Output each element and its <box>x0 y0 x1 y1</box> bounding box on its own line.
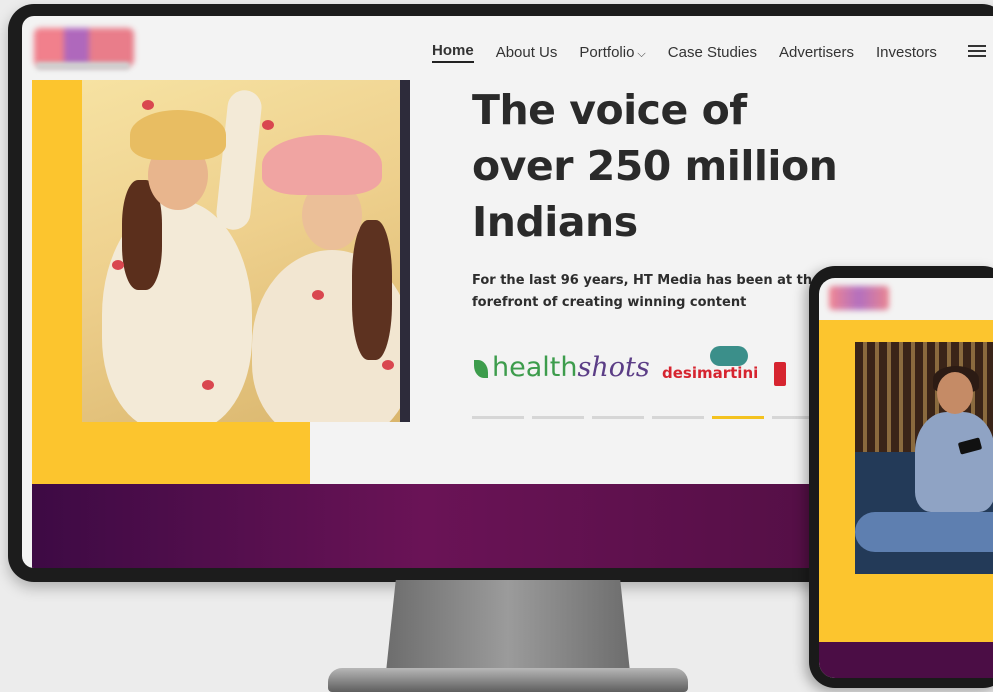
desimartini-text: desimartini <box>662 364 759 382</box>
site-logo-tagline <box>36 62 130 70</box>
nav-portfolio[interactable]: Portfolio ⌵ <box>579 44 645 61</box>
leaf-icon <box>474 360 488 378</box>
headline-line-3: Indians <box>472 198 638 246</box>
nav-portfolio-label: Portfolio <box>579 44 635 61</box>
mobile-screen <box>819 278 993 678</box>
mobile-site-logo[interactable] <box>829 286 889 310</box>
hero-subtext: For the last 96 years, HT Media has been… <box>472 270 832 314</box>
nav-about-us[interactable]: About Us <box>496 44 558 61</box>
desimartini-badge <box>774 362 786 386</box>
carousel-dot-2[interactable] <box>532 416 584 419</box>
carousel-dot-1[interactable] <box>472 416 524 419</box>
carousel-dot-4[interactable] <box>652 416 704 419</box>
subtext-line-2: forefront of creating winning content <box>472 295 747 310</box>
mobile-hero-image <box>855 342 993 574</box>
chevron-down-icon: ⌵ <box>637 48 646 60</box>
mobile-purple-band <box>819 642 993 678</box>
healthshots-text-shots: shots <box>577 352 650 383</box>
nav-investors[interactable]: Investors <box>876 44 937 61</box>
monitor-stand-base <box>328 668 688 692</box>
hero-headline: The voice of over 250 million Indians <box>472 82 872 250</box>
carousel-dot-3[interactable] <box>592 416 644 419</box>
nav-case-studies[interactable]: Case Studies <box>668 44 757 61</box>
main-nav: Home About Us Portfolio ⌵ Case Studies Ad… <box>432 42 937 63</box>
desimartini-logo[interactable]: desimartini <box>662 346 792 386</box>
carousel-indicators <box>472 416 824 419</box>
monitor-stand-neck <box>386 580 630 672</box>
hamburger-menu-icon[interactable] <box>968 42 986 60</box>
subtext-line-1: For the last 96 years, HT Media has been… <box>472 273 821 288</box>
nav-advertisers[interactable]: Advertisers <box>779 44 854 61</box>
mobile-phone <box>809 266 993 688</box>
site-logo[interactable] <box>34 28 134 66</box>
healthshots-text-health: health <box>492 352 578 383</box>
headline-line-1: The voice of <box>472 86 747 134</box>
headline-line-2: over 250 million <box>472 142 838 190</box>
carousel-dot-5-active[interactable] <box>712 416 764 419</box>
healthshots-logo[interactable]: healthshots <box>474 352 650 383</box>
hero-image <box>82 80 410 422</box>
film-reel-icon <box>710 346 748 366</box>
nav-home[interactable]: Home <box>432 42 474 63</box>
